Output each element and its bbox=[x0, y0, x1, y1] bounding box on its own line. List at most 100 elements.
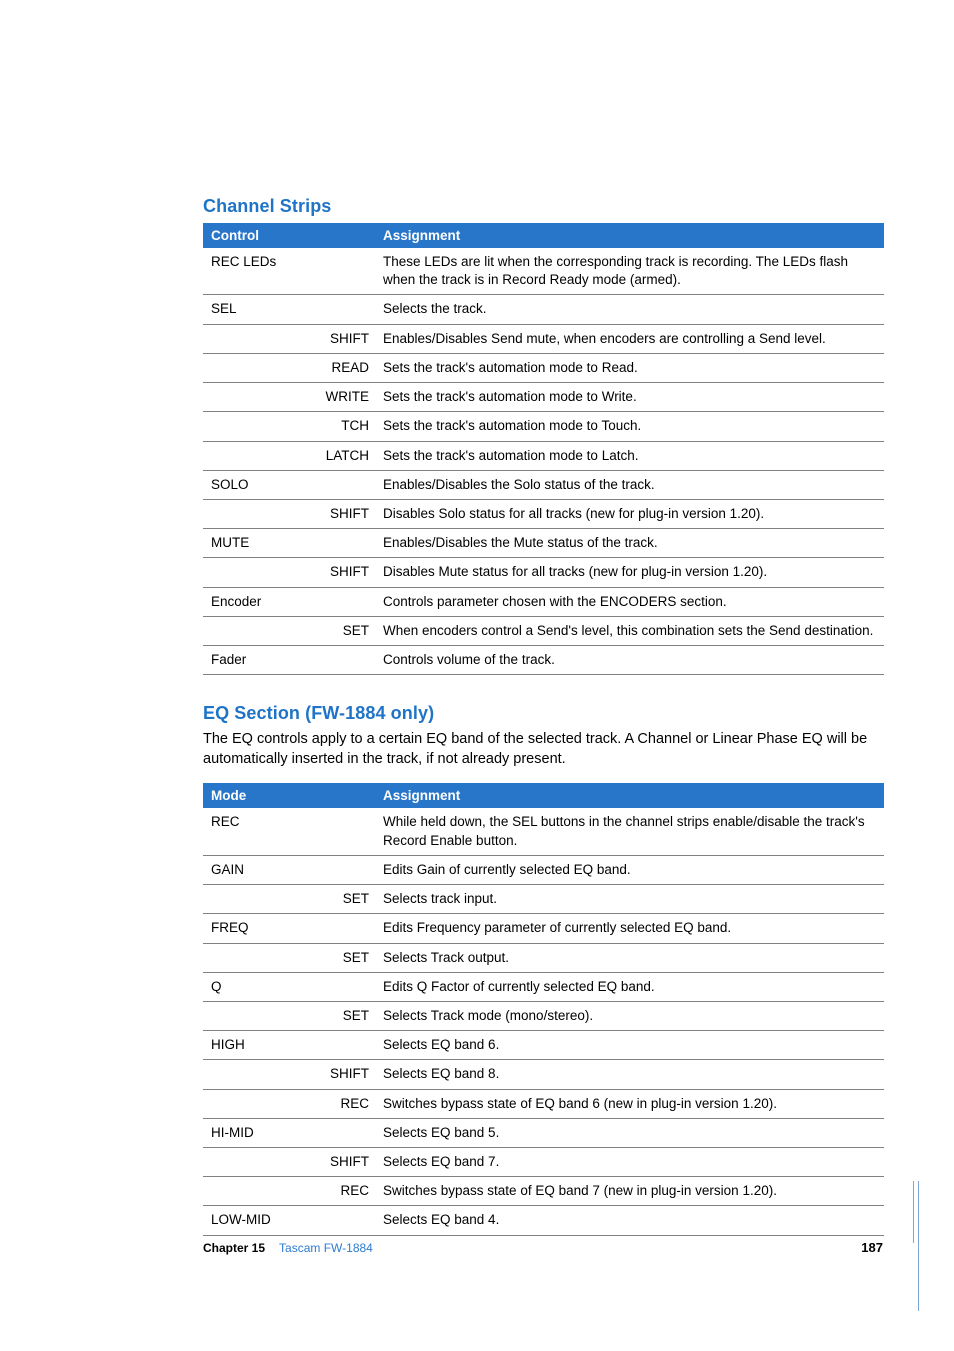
table-row: TCHSets the track's automation mode to T… bbox=[203, 412, 884, 441]
cell-mode: FREQ bbox=[203, 914, 313, 943]
section-heading-eq-section: EQ Section (FW-1884 only) bbox=[203, 703, 884, 724]
cell-assignment: Selects track input. bbox=[375, 885, 884, 914]
cell-mode: LOW-MID bbox=[203, 1206, 313, 1235]
cell-assignment: Selects Track mode (mono/stereo). bbox=[375, 1001, 884, 1030]
cell-modifier bbox=[313, 914, 375, 943]
cell-control: Encoder bbox=[203, 587, 313, 616]
cell-control: SEL bbox=[203, 295, 313, 324]
table-row: GAIN Edits Gain of currently selected EQ … bbox=[203, 855, 884, 884]
cell-modifier: SHIFT bbox=[313, 1148, 375, 1177]
cell-assignment: Edits Gain of currently selected EQ band… bbox=[375, 855, 884, 884]
cell-assignment: Selects Track output. bbox=[375, 943, 884, 972]
table-row: MUTE Enables/Disables the Mute status of … bbox=[203, 529, 884, 558]
cell-control bbox=[203, 558, 313, 587]
cell-assignment: Selects EQ band 6. bbox=[375, 1031, 884, 1060]
cell-assignment: Switches bypass state of EQ band 6 (new … bbox=[375, 1089, 884, 1118]
cell-modifier bbox=[313, 1031, 375, 1060]
cell-mode bbox=[203, 943, 313, 972]
cell-control: Fader bbox=[203, 646, 313, 675]
table-eq-section: Mode Assignment RECWhile held down, the … bbox=[203, 783, 884, 1235]
intro-text: The EQ controls apply to a certain EQ ba… bbox=[203, 730, 884, 769]
table-row: SHIFTDisables Mute status for all tracks… bbox=[203, 558, 884, 587]
decorative-rules bbox=[917, 1181, 919, 1311]
table-row: SHIFTDisables Solo status for all tracks… bbox=[203, 499, 884, 528]
decorative-rule-long bbox=[918, 1181, 919, 1311]
cell-assignment: Enables/Disables the Solo status of the … bbox=[375, 470, 884, 499]
cell-modifier bbox=[313, 470, 375, 499]
table-row: HIGH Selects EQ band 6. bbox=[203, 1031, 884, 1060]
table-row: SETWhen encoders control a Send's level,… bbox=[203, 616, 884, 645]
table-row: SELSelects the track. bbox=[203, 295, 884, 324]
cell-mode: Q bbox=[203, 972, 313, 1001]
chapter-title: Tascam FW-1884 bbox=[279, 1241, 373, 1255]
decorative-rule-short bbox=[913, 1181, 914, 1243]
table-row: SHIFTSelects EQ band 7. bbox=[203, 1148, 884, 1177]
table-row: LATCHSets the track's automation mode to… bbox=[203, 441, 884, 470]
cell-modifier: SHIFT bbox=[313, 499, 375, 528]
cell-modifier: WRITE bbox=[313, 383, 375, 412]
cell-modifier: LATCH bbox=[313, 441, 375, 470]
cell-modifier bbox=[313, 646, 375, 675]
cell-assignment: Selects EQ band 4. bbox=[375, 1206, 884, 1235]
cell-modifier bbox=[313, 1206, 375, 1235]
cell-assignment: Edits Q Factor of currently selected EQ … bbox=[375, 972, 884, 1001]
cell-assignment: These LEDs are lit when the correspondin… bbox=[375, 248, 884, 295]
table-row: REC LEDs These LEDs are lit when the corr… bbox=[203, 248, 884, 295]
table-header-assignment-2: Assignment bbox=[375, 783, 884, 808]
table-row: SETSelects track input. bbox=[203, 885, 884, 914]
table-row: RECSwitches bypass state of EQ band 6 (n… bbox=[203, 1089, 884, 1118]
cell-assignment: Sets the track's automation mode to Touc… bbox=[375, 412, 884, 441]
page-number: 187 bbox=[861, 1240, 883, 1255]
chapter-label: Chapter 15 bbox=[203, 1241, 265, 1255]
table-row: FREQ Edits Frequency parameter of current… bbox=[203, 914, 884, 943]
cell-modifier bbox=[313, 855, 375, 884]
cell-modifier bbox=[313, 248, 375, 295]
table-row: READSets the track's automation mode to … bbox=[203, 353, 884, 382]
cell-assignment: Disables Mute status for all tracks (new… bbox=[375, 558, 884, 587]
cell-mode bbox=[203, 1001, 313, 1030]
cell-control: MUTE bbox=[203, 529, 313, 558]
cell-modifier: SHIFT bbox=[313, 1060, 375, 1089]
table-row: SOLOEnables/Disables the Solo status of … bbox=[203, 470, 884, 499]
cell-assignment: Enables/Disables Send mute, when encoder… bbox=[375, 324, 884, 353]
cell-mode: GAIN bbox=[203, 855, 313, 884]
table-row: HI-MIDSelects EQ band 5. bbox=[203, 1118, 884, 1147]
table-row: Encoder Controls parameter chosen with th… bbox=[203, 587, 884, 616]
cell-modifier: REC bbox=[313, 1177, 375, 1206]
cell-modifier bbox=[313, 295, 375, 324]
table-row: WRITESets the track's automation mode to… bbox=[203, 383, 884, 412]
table-channel-strips: Control Assignment REC LEDsThese LEDs ar… bbox=[203, 223, 884, 675]
cell-mode bbox=[203, 1089, 313, 1118]
cell-mode bbox=[203, 1177, 313, 1206]
cell-modifier bbox=[313, 1118, 375, 1147]
cell-mode bbox=[203, 885, 313, 914]
cell-modifier: REC bbox=[313, 1089, 375, 1118]
cell-control: REC LEDs bbox=[203, 248, 313, 295]
cell-control bbox=[203, 499, 313, 528]
cell-modifier: SET bbox=[313, 1001, 375, 1030]
table-row: Fader Controls volume of the track. bbox=[203, 646, 884, 675]
cell-assignment: While held down, the SEL buttons in the … bbox=[375, 808, 884, 855]
table-row: SETSelects Track mode (mono/stereo). bbox=[203, 1001, 884, 1030]
cell-modifier bbox=[313, 972, 375, 1001]
table-row: SETSelects Track output. bbox=[203, 943, 884, 972]
cell-assignment: Disables Solo status for all tracks (new… bbox=[375, 499, 884, 528]
cell-modifier: TCH bbox=[313, 412, 375, 441]
cell-assignment: Controls volume of the track. bbox=[375, 646, 884, 675]
page-footer: Chapter 15 Tascam FW-1884 187 bbox=[203, 1240, 883, 1255]
cell-assignment: Edits Frequency parameter of currently s… bbox=[375, 914, 884, 943]
table-row: SHIFTSelects EQ band 8. bbox=[203, 1060, 884, 1089]
cell-modifier bbox=[313, 529, 375, 558]
cell-assignment: Enables/Disables the Mute status of the … bbox=[375, 529, 884, 558]
cell-assignment: Switches bypass state of EQ band 7 (new … bbox=[375, 1177, 884, 1206]
cell-modifier: SET bbox=[313, 943, 375, 972]
table-row: LOW-MID Selects EQ band 4. bbox=[203, 1206, 884, 1235]
cell-assignment: Sets the track's automation mode to Read… bbox=[375, 353, 884, 382]
cell-modifier: READ bbox=[313, 353, 375, 382]
cell-modifier bbox=[313, 808, 375, 855]
cell-assignment: Controls parameter chosen with the ENCOD… bbox=[375, 587, 884, 616]
cell-mode: HIGH bbox=[203, 1031, 313, 1060]
cell-control bbox=[203, 383, 313, 412]
cell-assignment: Selects EQ band 8. bbox=[375, 1060, 884, 1089]
cell-mode bbox=[203, 1148, 313, 1177]
